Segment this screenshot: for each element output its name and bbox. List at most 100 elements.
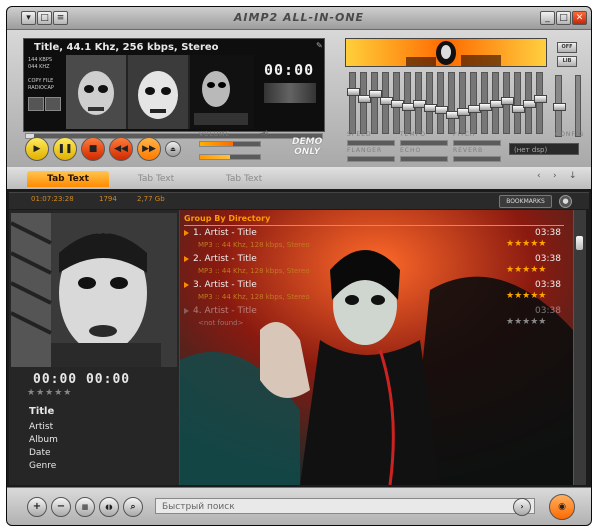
reverb-slider[interactable] — [453, 156, 501, 162]
bookmarks-menu-icon[interactable]: ● — [559, 195, 572, 208]
info-line-4: COPY FILE — [28, 78, 54, 84]
playlist-stop-button[interactable]: ◉ — [549, 494, 575, 520]
eq-band-2-slider[interactable] — [358, 72, 371, 134]
tab-next-icon[interactable]: › — [553, 171, 557, 181]
tab-prev-icon[interactable]: ‹ — [537, 171, 541, 181]
prev-icon: ◀◀ — [114, 144, 128, 154]
eq-band-3-slider[interactable] — [369, 72, 382, 134]
balance-slider[interactable] — [199, 154, 261, 160]
add-icon: + — [32, 501, 42, 512]
eq-band-18-knob[interactable] — [534, 95, 547, 103]
eq-lib-button[interactable]: LIB — [557, 56, 577, 67]
playlist-scrollbar[interactable] — [573, 210, 586, 485]
tab-1[interactable]: Tab Text — [27, 171, 109, 187]
pitch-slider[interactable] — [453, 140, 501, 146]
tempo-slider[interactable] — [400, 140, 448, 146]
playlist-item-1-rating[interactable]: ★★★★★ — [506, 239, 546, 249]
search-go-button[interactable]: › — [513, 498, 531, 516]
eq-band-16-slider[interactable] — [512, 72, 525, 134]
playlist-item-3-rating[interactable]: ★★★★★ — [506, 291, 546, 301]
playlist-area[interactable]: Group By Directory 1. Artist - Title 03:… — [180, 210, 573, 485]
remove-icon: − — [56, 501, 66, 512]
rating-stars[interactable]: ★★★★★ — [27, 388, 72, 398]
tab-2[interactable]: Tab Text — [115, 171, 197, 187]
playlist-item-2-rating[interactable]: ★★★★★ — [506, 265, 546, 275]
eq-band-6-slider[interactable] — [402, 72, 415, 134]
info-line-2: 044 KHZ — [28, 64, 50, 70]
eq-band-13-slider[interactable] — [479, 72, 492, 134]
eject-icon: ⏏ — [170, 145, 176, 153]
display-menu-icon[interactable]: ✎ — [316, 41, 323, 50]
eject-button[interactable]: ⏏ — [165, 141, 181, 157]
eq-band-4-slider[interactable] — [380, 72, 393, 134]
eq-band-18-slider[interactable] — [534, 72, 547, 134]
play-indicator-icon — [184, 255, 189, 262]
playlist-item-1-title[interactable]: 1. Artist - Title — [184, 228, 257, 238]
scrollbar-thumb[interactable] — [576, 236, 583, 250]
preamp-slider[interactable] — [553, 75, 566, 137]
mini-btn-2[interactable] — [45, 97, 61, 111]
stop-button[interactable]: ■ — [81, 137, 105, 161]
tab-3[interactable]: Tab Text — [203, 171, 285, 187]
playlist-item-3-time: 03:38 — [535, 280, 561, 290]
playlist-item-2-title[interactable]: 2. Artist - Title — [184, 254, 257, 264]
search-icon: ⌕ — [130, 502, 136, 512]
sort-button[interactable]: ▦ — [75, 497, 95, 517]
maximize-icon[interactable]: □ — [556, 11, 571, 25]
group-header[interactable]: Group By Directory — [184, 214, 270, 223]
echo-slider[interactable] — [400, 156, 448, 162]
total-duration: 01:07:23:28 — [31, 195, 74, 203]
volume-label: VOLUME — [199, 131, 231, 138]
playlist-item-3-title[interactable]: 3. Artist - Title — [184, 280, 257, 290]
next-button[interactable]: ▶▶ — [137, 137, 161, 161]
eq-band-5-slider[interactable] — [391, 72, 404, 134]
display-panel: Title, 44.1 Khz, 256 kbps, Stereo 144 KB… — [23, 38, 325, 132]
tab-menu-icon[interactable]: ↓ — [569, 171, 577, 181]
eq-band-8-slider[interactable] — [424, 72, 437, 134]
shuffle-button[interactable]: ◖◗ — [99, 497, 119, 517]
playlist-item-4-title[interactable]: 4. Artist - Title — [184, 306, 257, 316]
pause-icon: ❚❚ — [57, 144, 73, 154]
eq-band-11-slider[interactable] — [457, 72, 470, 134]
preamp-knob[interactable] — [553, 103, 566, 111]
eq-off-button[interactable]: OFF — [557, 42, 577, 53]
eq-band-14-slider[interactable] — [490, 72, 503, 134]
dsp-select[interactable]: (нет dsp) — [509, 143, 579, 155]
bookmarks-button[interactable]: BOOKMARKS — [499, 195, 552, 208]
eq-side-slider[interactable] — [575, 75, 581, 137]
minimize-icon[interactable]: _ — [540, 11, 555, 25]
title-bar[interactable]: ▾ □ ≡ AIMP2 ALL-IN-ONE _ □ ✕ — [7, 7, 591, 30]
prev-button[interactable]: ◀◀ — [109, 137, 133, 161]
play-icon: ▶ — [33, 144, 41, 154]
echo-label: ECHO — [400, 147, 422, 154]
meta-artist: Artist — [29, 422, 54, 432]
playlist-background-image — [180, 210, 573, 485]
eq-band-15-knob[interactable] — [501, 97, 514, 105]
reverb-label: REVERB — [453, 147, 484, 154]
mini-btn-1[interactable] — [28, 97, 44, 111]
speed-slider[interactable] — [347, 140, 395, 146]
eq-band-7-slider[interactable] — [413, 72, 426, 134]
close-icon[interactable]: ✕ — [572, 11, 587, 25]
eq-band-17-slider[interactable] — [523, 72, 536, 134]
meta-title: Title — [29, 406, 55, 417]
eq-band-12-slider[interactable] — [468, 72, 481, 134]
flanger-slider[interactable] — [347, 156, 395, 162]
volume-slider[interactable] — [199, 141, 261, 147]
playlist-item-4-rating[interactable]: ★★★★★ — [506, 317, 546, 327]
player-panel: Title, 44.1 Khz, 256 kbps, Stereo 144 KB… — [7, 30, 591, 167]
search-button[interactable]: ⌕ — [123, 497, 143, 517]
play-button[interactable]: ▶ — [25, 137, 49, 161]
playlist-item-1-time: 03:38 — [535, 228, 561, 238]
display-timer: 00:00 — [264, 61, 315, 79]
speaker-icon[interactable]: ◄) — [259, 129, 268, 138]
equalizer-sliders[interactable] — [345, 72, 547, 134]
remove-button[interactable]: − — [51, 497, 71, 517]
quick-search-input[interactable]: Быстрый поиск — [155, 498, 535, 514]
pause-button[interactable]: ❚❚ — [53, 137, 77, 161]
eq-band-9-slider[interactable] — [435, 72, 448, 134]
add-button[interactable]: + — [27, 497, 47, 517]
eq-band-15-slider[interactable] — [501, 72, 514, 134]
eq-band-10-slider[interactable] — [446, 72, 459, 134]
eq-band-1-slider[interactable] — [347, 72, 360, 134]
